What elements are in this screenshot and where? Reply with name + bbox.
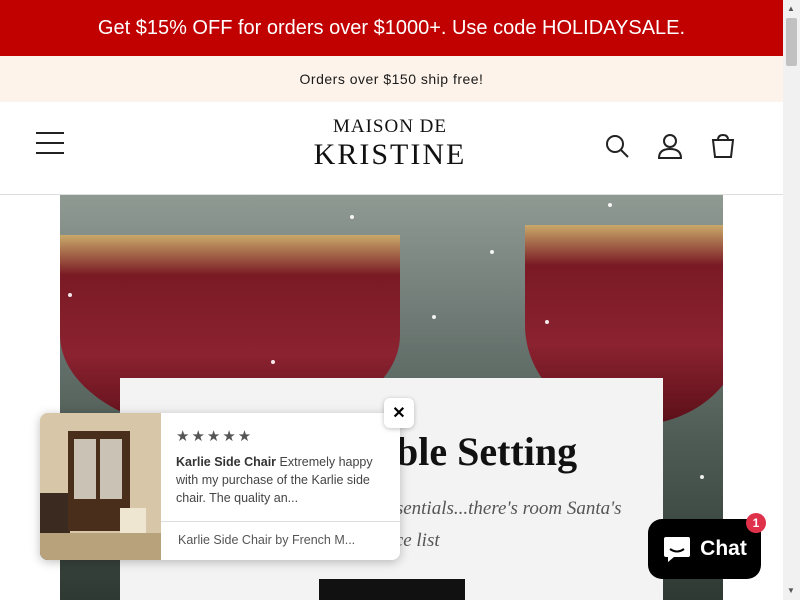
hero-cta-button[interactable]: [319, 579, 465, 600]
hero-subtitle: essentials...there's room Santa's nice l…: [380, 498, 622, 551]
review-product-link[interactable]: Karlie Side Chair by French M...: [178, 533, 388, 547]
shipping-text: Orders over $150 ship free!: [299, 71, 484, 87]
divider: [161, 521, 400, 522]
hero-title: ble Setting: [396, 429, 578, 474]
site-logo[interactable]: MAISON DE KRISTINE: [300, 116, 480, 172]
logo-line-1: MAISON DE: [332, 116, 448, 137]
snowflake: [432, 315, 436, 319]
account-icon[interactable]: [656, 132, 684, 160]
site-header: MAISON DE KRISTINE: [0, 102, 783, 195]
search-icon[interactable]: [603, 132, 631, 160]
review-product-name: Karlie Side Chair: [176, 455, 277, 469]
chat-button[interactable]: Chat: [648, 519, 761, 579]
product-photo: [40, 413, 161, 560]
snowflake: [271, 360, 275, 364]
close-button[interactable]: ✕: [384, 398, 414, 428]
logo-line-2: KRISTINE: [313, 138, 467, 171]
shipping-announcement: Orders over $150 ship free!: [0, 56, 783, 103]
scroll-down-arrow-icon[interactable]: ▼: [787, 586, 795, 595]
scrollbar[interactable]: ▲ ▼: [783, 0, 800, 600]
scroll-up-arrow-icon[interactable]: ▲: [787, 4, 795, 13]
scrollbar-thumb[interactable]: [786, 18, 797, 66]
snowflake: [490, 250, 494, 254]
promo-banner-text: Get $15% OFF for orders over $1000+. Use…: [97, 16, 686, 39]
chat-label: Chat: [700, 537, 747, 560]
snowflake: [350, 215, 354, 219]
cart-icon[interactable]: [709, 132, 737, 160]
snowflake: [608, 203, 612, 207]
chat-bubble-icon: [664, 537, 691, 562]
star-rating: ★★★★★: [176, 428, 254, 445]
review-text: Karlie Side Chair Extremely happy with m…: [176, 453, 390, 507]
menu-icon[interactable]: [36, 132, 64, 158]
snowflake: [68, 293, 72, 297]
promo-banner: Get $15% OFF for orders over $1000+. Use…: [0, 0, 783, 56]
chat-notification-badge: 1: [746, 513, 766, 533]
snowflake: [545, 320, 549, 324]
snowflake: [700, 475, 704, 479]
review-popup[interactable]: ★★★★★ Karlie Side Chair Extremely happy …: [40, 413, 400, 560]
